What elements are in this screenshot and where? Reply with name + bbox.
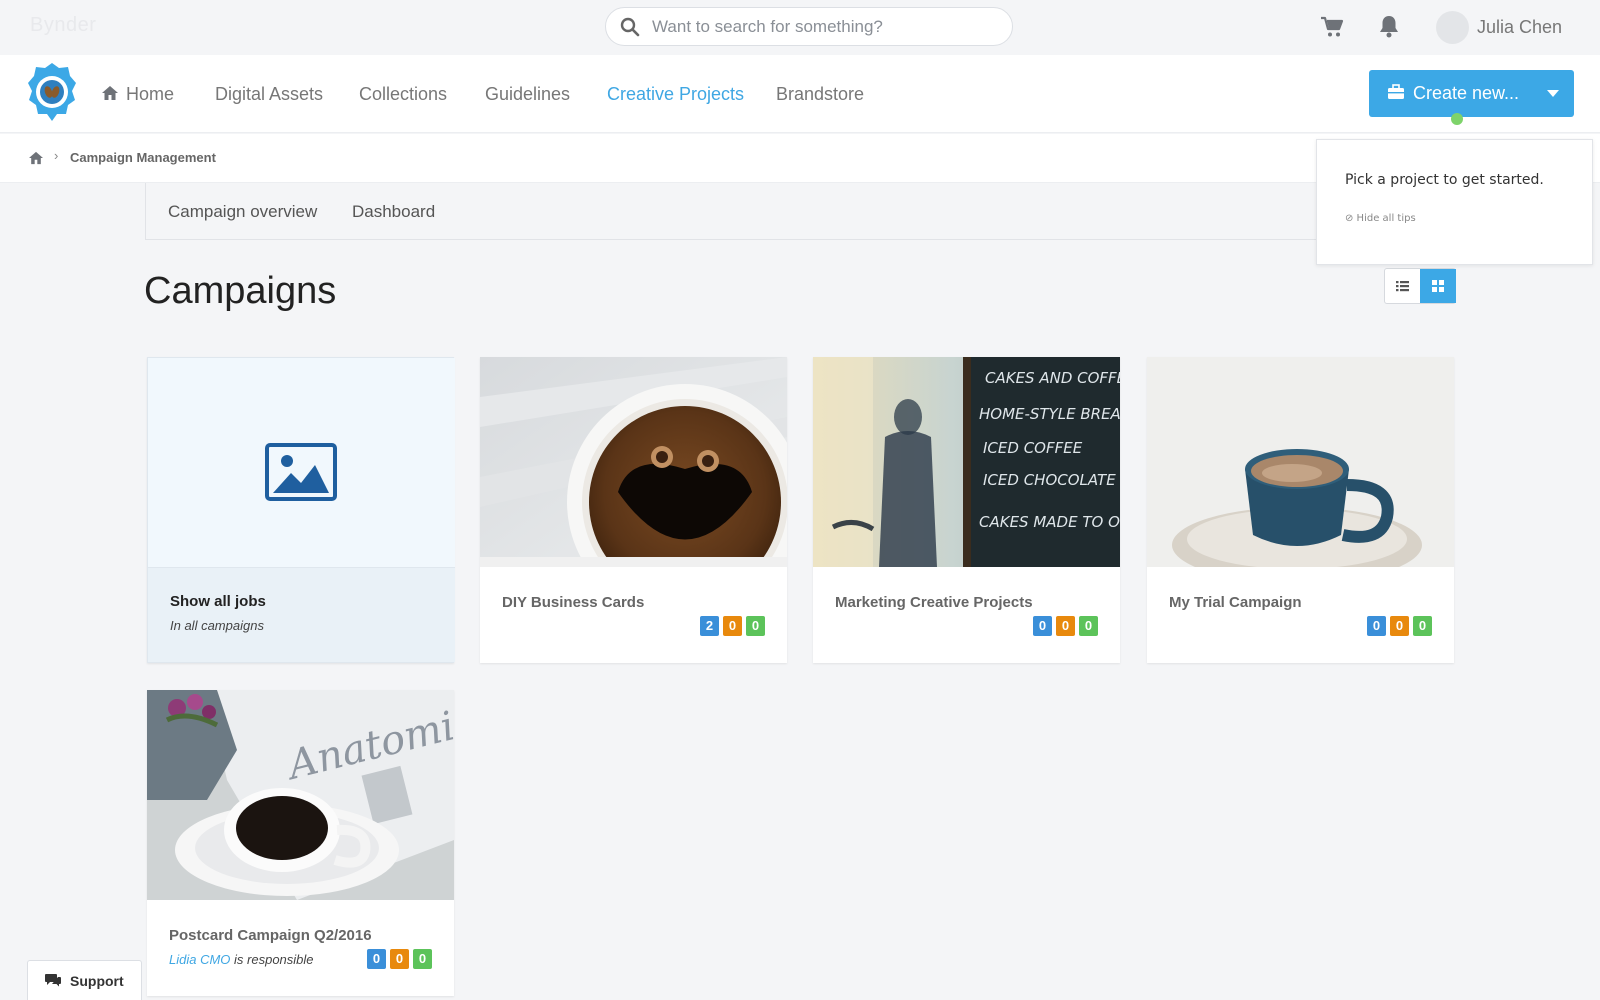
nav-item-creative-projects[interactable]: Creative Projects: [607, 84, 744, 105]
chalk-line-5: CAKES MADE TO ORDER: [979, 513, 1120, 531]
user-name[interactable]: Julia Chen: [1477, 17, 1562, 38]
view-toggle: [1384, 268, 1456, 304]
campaign-card-my-trial-campaign[interactable]: My Trial Campaign 000: [1147, 357, 1454, 663]
card-title: Show all jobs: [170, 593, 266, 610]
card-image-coffee-smile: [480, 357, 787, 567]
badge-in-progress: 0: [723, 616, 742, 636]
hide-all-tips-link[interactable]: ⊘ Hide all tips: [1345, 213, 1416, 224]
card-image-coffee-newspaper: Anatomie: [147, 690, 454, 900]
breadcrumb-current: Campaign Management: [70, 150, 216, 165]
responsible-suffix: is responsible: [230, 952, 314, 967]
create-new-label: Create new...: [1413, 83, 1520, 103]
onboarding-tip: Pick a project to get started. ⊘ Hide al…: [1316, 139, 1593, 265]
home-icon: [102, 86, 118, 100]
card-body: DIY Business Cards 200: [480, 572, 787, 663]
grid-view-button[interactable]: [1420, 269, 1456, 303]
badge-done: 0: [413, 949, 432, 969]
job-count-badges: 000: [1029, 616, 1098, 636]
campaign-card-all-jobs[interactable]: Show all jobs In all campaigns: [147, 357, 455, 663]
bell-icon[interactable]: [1378, 14, 1400, 38]
chalk-line-4: ICED CHOCOLATE: [983, 471, 1116, 489]
search-icon: [620, 17, 640, 37]
badge-in-progress: 0: [1056, 616, 1075, 636]
nav-item-home[interactable]: Home: [126, 84, 174, 105]
badge-done: 0: [746, 616, 765, 636]
image-placeholder-icon: [265, 443, 337, 501]
create-new-button[interactable]: Create new...: [1369, 70, 1574, 125]
campaign-card-diy-business-cards[interactable]: DIY Business Cards 200: [480, 357, 787, 663]
search-input[interactable]: [650, 8, 1000, 45]
search-box[interactable]: [605, 7, 1013, 46]
tab-campaign-overview[interactable]: Campaign overview: [168, 202, 317, 222]
card-image-chalkboard: CAKES AND COFFEE HOME-STYLE BREAD ICED C…: [813, 357, 1120, 567]
page-title: Campaigns: [144, 270, 337, 312]
job-count-badges: 000: [1363, 616, 1432, 636]
sub-tabs: Campaign overview Dashboard: [145, 183, 1321, 240]
support-label: Support: [70, 973, 124, 989]
badge-open: 0: [367, 949, 386, 969]
support-button[interactable]: Support: [27, 960, 142, 1000]
card-body: Show all jobs In all campaigns: [148, 568, 455, 662]
card-image-blue-mug: [1147, 357, 1454, 567]
campaign-card-marketing-creative-projects[interactable]: CAKES AND COFFEE HOME-STYLE BREAD ICED C…: [813, 357, 1120, 663]
job-count-badges: 200: [696, 616, 765, 636]
chalk-line-1: CAKES AND COFFEE: [985, 369, 1120, 387]
badge-open: 0: [1367, 616, 1386, 636]
grid-icon: [1432, 280, 1444, 292]
card-placeholder: [148, 358, 455, 568]
badge-in-progress: 0: [1390, 616, 1409, 636]
card-subtitle: In all campaigns: [170, 618, 264, 633]
responsible-user-link[interactable]: Lidia CMO: [169, 952, 230, 967]
card-title: Postcard Campaign Q2/2016: [169, 927, 372, 944]
nav-item-collections[interactable]: Collections: [359, 84, 447, 105]
job-count-badges: 000: [363, 949, 432, 969]
cart-icon[interactable]: [1320, 16, 1344, 38]
card-title: DIY Business Cards: [502, 594, 645, 611]
card-body: My Trial Campaign 000: [1147, 572, 1454, 663]
nav-item-digital-assets[interactable]: Digital Assets: [215, 84, 323, 105]
tip-hotspot-dot[interactable]: [1451, 113, 1463, 125]
home-icon[interactable]: [28, 151, 44, 165]
top-bar: Bynder Julia Chen: [0, 0, 1600, 55]
tip-message: Pick a project to get started.: [1345, 172, 1544, 188]
card-body: Marketing Creative Projects 000: [813, 572, 1120, 663]
nav-item-guidelines[interactable]: Guidelines: [485, 84, 570, 105]
avatar[interactable]: [1436, 11, 1469, 44]
chevron-down-icon[interactable]: [1547, 90, 1559, 97]
card-title: Marketing Creative Projects: [835, 594, 1033, 611]
badge-in-progress: 0: [390, 949, 409, 969]
badge-done: 0: [1079, 616, 1098, 636]
list-icon: [1396, 281, 1409, 292]
badge-done: 0: [1413, 616, 1432, 636]
company-logo[interactable]: [28, 63, 76, 125]
list-view-button[interactable]: [1385, 269, 1420, 303]
badge-open: 0: [1033, 616, 1052, 636]
briefcase-icon: [1388, 84, 1404, 99]
chalk-line-3: ICED COFFEE: [983, 439, 1083, 457]
card-responsible: Lidia CMO is responsible: [169, 952, 314, 967]
brand-watermark: Bynder: [30, 14, 97, 36]
chalk-line-2: HOME-STYLE BREAD: [979, 405, 1120, 423]
chevron-right-icon: ›: [54, 148, 59, 163]
nav-item-brandstore[interactable]: Brandstore: [776, 84, 864, 105]
main-nav: Home Digital Assets Collections Guidelin…: [0, 55, 1600, 133]
card-body: Postcard Campaign Q2/2016 Lidia CMO is r…: [147, 905, 454, 996]
tab-dashboard[interactable]: Dashboard: [352, 202, 435, 222]
chat-icon: [45, 974, 61, 987]
badge-open: 2: [700, 616, 719, 636]
campaign-card-postcard-campaign[interactable]: Anatomie Postcard Campaign Q2/2016 Lidia…: [147, 690, 454, 996]
card-title: My Trial Campaign: [1169, 594, 1302, 611]
